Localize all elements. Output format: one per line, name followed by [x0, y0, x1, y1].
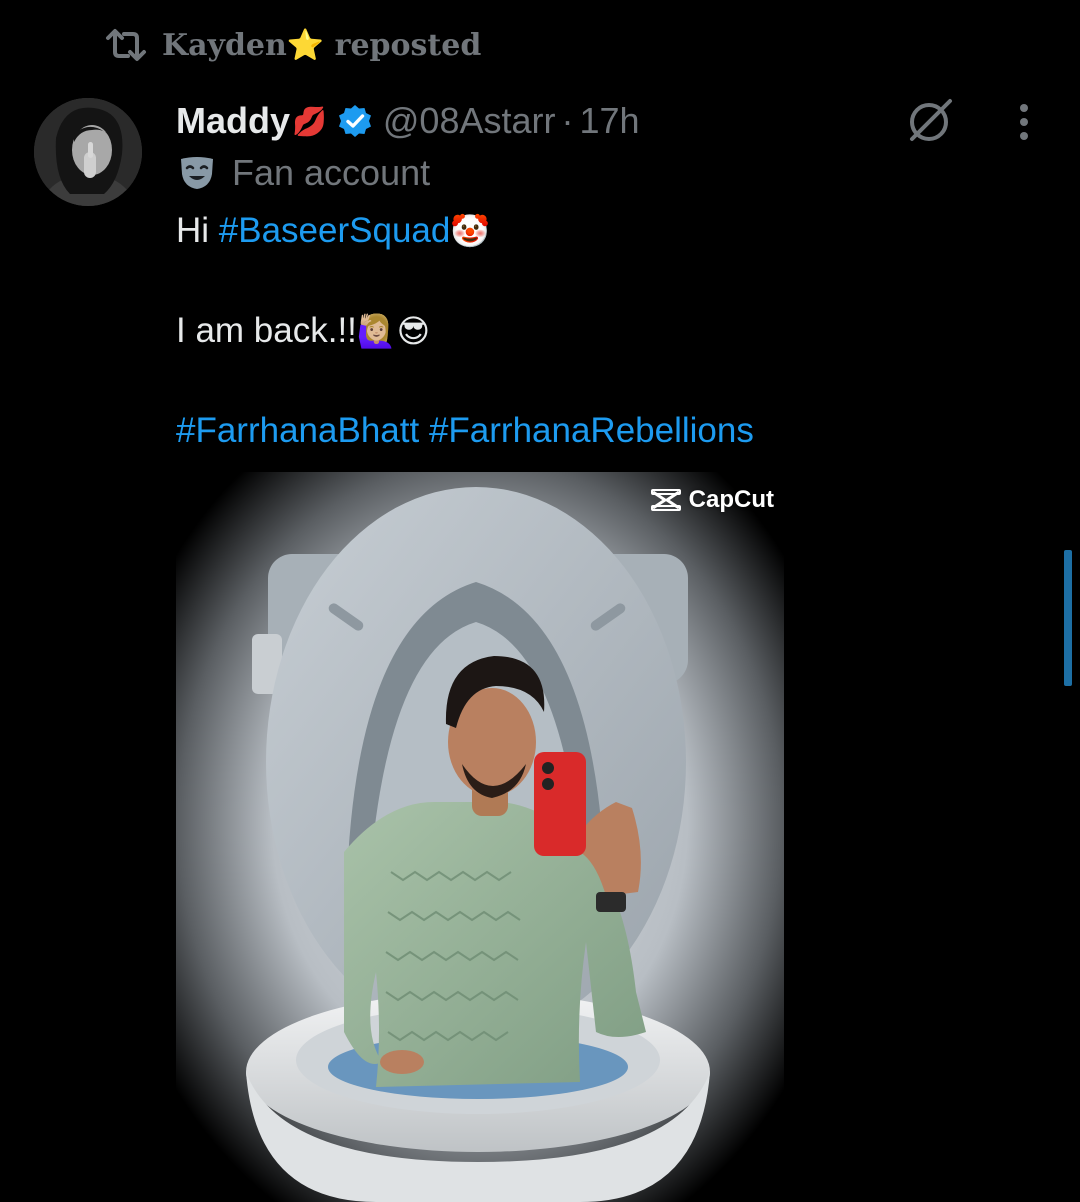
greeting-text: Hi [176, 211, 219, 250]
lips-emoji: 💋 [292, 104, 327, 138]
back-text: I am back.!! [176, 311, 357, 350]
tweet-line-1: Hi #BaseerSquad🤡 [176, 206, 1036, 256]
tweet-text: Hi #BaseerSquad🤡 I am back.!!🙋🏼‍♀️😎 #Far… [176, 206, 1036, 456]
hashtag-baseersquad[interactable]: #BaseerSquad [219, 211, 451, 250]
avatar[interactable] [34, 98, 142, 206]
reposter-star-emoji: ⭐ [286, 27, 325, 63]
more-vertical-icon[interactable] [1008, 100, 1040, 144]
repost-label: Kayden⭐ reposted [162, 28, 481, 63]
hashtag-space [419, 411, 429, 450]
affiliation-row: Fan account [178, 150, 430, 196]
reposter-name[interactable]: Kayden [162, 28, 287, 63]
grok-icon[interactable] [904, 94, 956, 146]
verified-badge-icon [338, 105, 371, 137]
capcut-logo-icon [650, 489, 681, 511]
repost-indicator[interactable]: Kayden⭐ reposted [104, 24, 481, 66]
display-name[interactable]: Maddy [176, 100, 290, 142]
scrollbar[interactable] [1064, 550, 1072, 686]
clown-emoji: 🤡 [450, 212, 491, 250]
hashtag-farrhanarebellions[interactable]: #FarrhanaRebellions [429, 411, 754, 450]
theater-mask-icon [181, 157, 213, 189]
affiliation-label: Fan account [232, 152, 431, 193]
reposted-text: reposted [334, 27, 482, 63]
repost-icon [106, 29, 146, 61]
timestamp[interactable]: 17h [580, 100, 640, 142]
separator-dot: · [561, 100, 574, 141]
capcut-watermark: CapCut [650, 486, 774, 514]
user-handle[interactable]: @08Astarr [383, 100, 556, 142]
capcut-label: CapCut [688, 486, 774, 513]
tweet-line-3: #FarrhanaBhatt #FarrhanaRebellions [176, 406, 1036, 456]
tweet-image[interactable]: CapCut [176, 472, 784, 1202]
tweet-line-2: I am back.!!🙋🏼‍♀️😎 [176, 306, 1036, 356]
hand-raise-sunglasses-emoji: 🙋🏼‍♀️😎 [356, 312, 431, 350]
hashtag-farrhanabhatt[interactable]: #FarrhanaBhatt [176, 411, 419, 450]
tweet-header: Maddy 💋 @08Astarr · 17h [176, 96, 640, 146]
tweet-image-illustration [176, 472, 784, 1202]
